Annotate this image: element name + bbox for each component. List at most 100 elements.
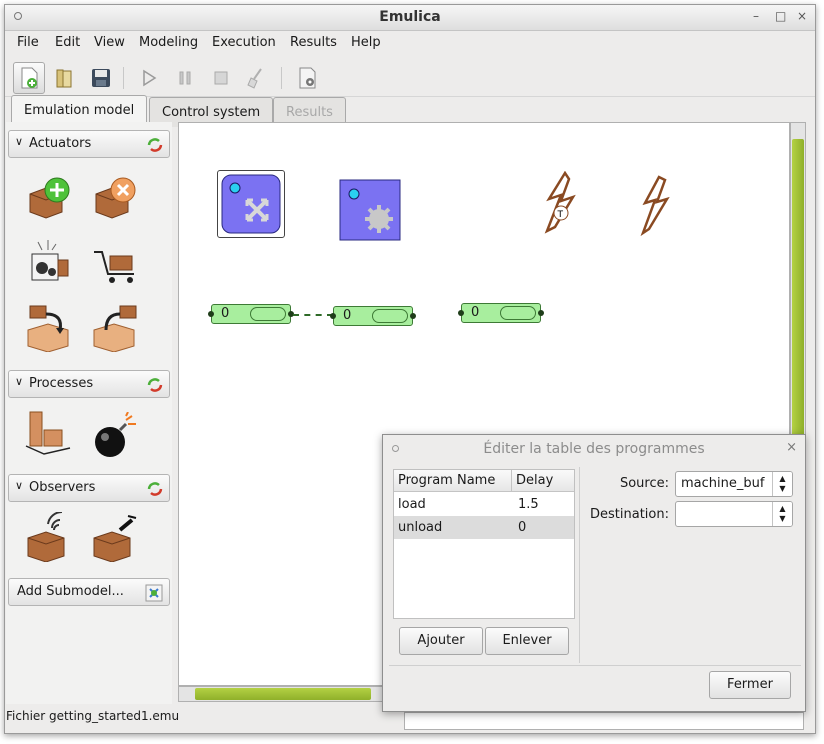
toolbar-separator [123, 67, 124, 89]
rollers-icon [250, 307, 286, 321]
toolbar-separator [281, 67, 282, 89]
destroy-actuator-icon[interactable] [90, 174, 140, 224]
assemble-actuator-icon[interactable] [24, 302, 74, 353]
open-icon[interactable] [49, 62, 81, 94]
window-title: Emulica [379, 9, 441, 25]
buffer-holder[interactable]: 0 [458, 303, 544, 323]
delay-cell: 1.5 [518, 497, 539, 512]
refresh-icon[interactable] [146, 376, 164, 394]
create-actuator-icon[interactable] [24, 174, 74, 224]
source-select[interactable]: machine_buf ▲ ▼ [675, 471, 793, 497]
menu-help[interactable]: Help [351, 35, 381, 50]
group-label: Observers [29, 480, 96, 495]
add-program-button[interactable]: Ajouter [399, 627, 483, 655]
dialog-titlebar: Éditer la table des programmes × [383, 435, 805, 461]
disassemble-actuator-icon[interactable] [90, 302, 140, 353]
new-icon[interactable] [13, 62, 45, 94]
menu-file[interactable]: File [17, 35, 39, 50]
properties-icon[interactable] [291, 62, 323, 94]
status-field [404, 712, 804, 730]
chevron-down-icon: ∨ [15, 375, 24, 388]
dialog-bottom-separator [389, 665, 801, 666]
tab-label: Control system [162, 105, 261, 120]
menu-view[interactable]: View [94, 35, 125, 50]
menu-results[interactable]: Results [290, 35, 337, 50]
remove-program-button[interactable]: Enlever [485, 627, 569, 655]
port-dot [538, 310, 544, 316]
program-table[interactable]: Program Name Delay load 1.5 unload 0 [393, 469, 575, 619]
space-machine-icon [221, 174, 281, 234]
shape-actuator-icon[interactable] [90, 238, 140, 288]
add-submodel-label: Add Submodel... [17, 584, 124, 599]
program-name-cell: load [398, 497, 426, 512]
toolbar [5, 57, 815, 97]
holder-process-icon[interactable] [24, 406, 74, 456]
save-icon[interactable] [85, 62, 117, 94]
observers-group-header[interactable]: ∨ Observers [8, 474, 170, 502]
close-dialog-button[interactable]: Fermer [709, 671, 791, 699]
close-icon[interactable]: × [786, 440, 797, 455]
rollers-icon [500, 306, 536, 320]
program-name-cell: unload [398, 520, 443, 535]
failure-process-icon[interactable] [90, 411, 140, 462]
connection-line [293, 314, 333, 316]
scrollbar-thumb[interactable] [195, 688, 371, 700]
pause-icon[interactable] [169, 62, 201, 94]
titlebar: Emulica – □ × [5, 5, 815, 31]
svg-text:T: T [557, 210, 564, 220]
status-bar: Fichier getting_started1.emu [6, 706, 406, 726]
chevron-updown-icon: ▲ ▼ [772, 502, 792, 526]
palette-sidebar: ∨ Actuators ∨ Processes ∨ Observers Add … [6, 122, 172, 704]
column-header-delay[interactable]: Delay [512, 470, 574, 492]
chevron-down-icon: ∨ [15, 135, 24, 148]
play-icon[interactable] [133, 62, 165, 94]
source-value: machine_buf [681, 476, 765, 491]
table-row[interactable]: load 1.5 [394, 493, 574, 516]
space-machine-selected[interactable] [217, 170, 285, 238]
stop-icon[interactable] [205, 62, 237, 94]
maximize-button[interactable]: □ [775, 9, 786, 23]
destination-select[interactable]: ▲ ▼ [675, 501, 793, 527]
menubar: File Edit View Modeling Execution Result… [5, 32, 815, 56]
push-observer-icon[interactable] [24, 510, 74, 563]
menu-edit[interactable]: Edit [55, 35, 80, 50]
port-dot [458, 310, 464, 316]
column-header-program-name[interactable]: Program Name [394, 470, 512, 492]
source-label: Source: [619, 476, 669, 491]
status-text: Fichier getting_started1.emu [6, 709, 180, 723]
menu-execution[interactable]: Execution [212, 35, 276, 50]
group-label: Actuators [29, 136, 92, 151]
table-row[interactable]: unload 0 [394, 516, 574, 539]
dialog-title: Éditer la table des programmes [483, 441, 705, 457]
port-dot [330, 313, 336, 319]
close-window-button[interactable]: × [797, 9, 807, 23]
buffer-count: 0 [343, 308, 352, 323]
add-submodel-button[interactable]: Add Submodel... [8, 578, 170, 606]
failure-icon[interactable] [639, 175, 671, 237]
space-actuator-icon[interactable] [24, 238, 74, 288]
refresh-icon[interactable] [146, 136, 164, 154]
actuators-group-header[interactable]: ∨ Actuators [8, 130, 170, 158]
buffer-count: 0 [471, 305, 480, 320]
destination-label: Destination: [590, 507, 669, 522]
dialog-separator [579, 467, 580, 663]
refresh-icon[interactable] [146, 480, 164, 498]
menu-modeling[interactable]: Modeling [139, 35, 198, 50]
processes-group-header[interactable]: ∨ Processes [8, 370, 170, 398]
tab-label: Results [286, 105, 333, 120]
buffer-holder[interactable]: 0 [330, 306, 416, 326]
rollers-icon [372, 309, 408, 323]
pull-observer-icon[interactable] [90, 512, 140, 563]
submodel-icon [145, 584, 163, 602]
program-table-dialog: Éditer la table des programmes × Program… [382, 434, 806, 712]
chevron-down-icon: ∨ [15, 479, 24, 492]
delay-cell: 0 [518, 520, 527, 535]
minimize-button[interactable]: – [753, 9, 759, 23]
shape-machine-icon[interactable] [339, 179, 401, 241]
buffer-holder[interactable]: 0 [208, 304, 294, 324]
port-dot [410, 313, 416, 319]
group-label: Processes [29, 376, 94, 391]
clean-icon[interactable] [241, 62, 273, 94]
tab-label: Emulation model [24, 103, 135, 118]
timed-failure-icon[interactable]: T [541, 170, 577, 235]
